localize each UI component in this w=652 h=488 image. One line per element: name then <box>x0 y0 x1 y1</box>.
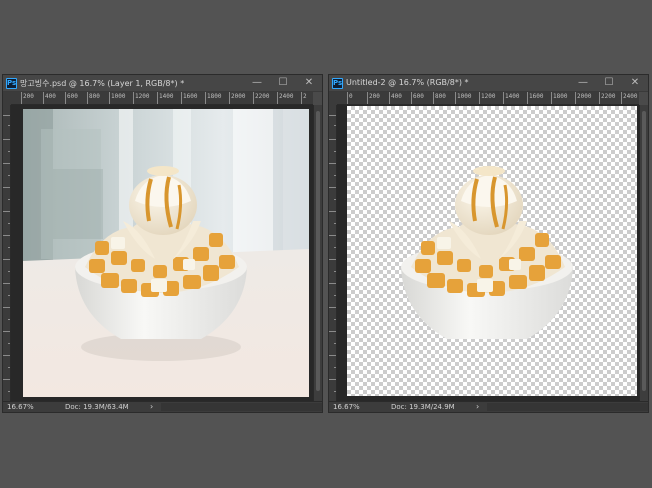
ruler-label: 1200 <box>135 93 150 100</box>
chevron-right-icon[interactable]: › <box>150 402 153 411</box>
ruler-label: 1200 <box>481 93 496 100</box>
document-tab-left[interactable]: Ps 망고빙수.psd @ 16.7% (Layer 1, RGB/8*) * … <box>3 75 322 92</box>
ruler-label: 600 <box>413 93 424 100</box>
maximize-icon[interactable]: ☐ <box>602 76 616 90</box>
ruler-label: 1600 <box>183 93 198 100</box>
ps-icon: Ps <box>6 78 17 89</box>
ruler-label: 1000 <box>111 93 126 100</box>
document-title-left: 망고빙수.psd @ 16.7% (Layer 1, RGB/8*) * <box>20 79 185 88</box>
cutout-image[interactable] <box>349 109 635 397</box>
ruler-label: 1800 <box>553 93 568 100</box>
ruler-corner[interactable] <box>329 92 337 105</box>
doc-size-info: Doc: 19.3M/24.9M <box>391 403 455 411</box>
ruler-corner[interactable] <box>3 92 11 105</box>
horizontal-ruler-right[interactable]: 0 200 400 600 800 1000 1200 1400 1600 18… <box>337 92 639 105</box>
horizontal-scrollbar-left[interactable] <box>161 403 322 411</box>
scroll-thumb[interactable] <box>316 111 320 391</box>
ruler-label: 1400 <box>505 93 520 100</box>
chevron-right-icon[interactable]: › <box>476 402 479 411</box>
close-icon[interactable]: ✕ <box>628 76 642 90</box>
scroll-thumb[interactable] <box>642 111 646 391</box>
ruler-label: 2200 <box>601 93 616 100</box>
document-tab-right[interactable]: Ps Untitled-2 @ 16.7% (RGB/8*) * — ☐ ✕ <box>329 75 648 92</box>
ruler-label: 2400 <box>279 93 294 100</box>
status-bar-left: 16.67% Doc: 19.3M/63.4M › <box>3 401 322 412</box>
ruler-label: 2 <box>303 93 307 100</box>
ruler-label: 400 <box>45 93 56 100</box>
horizontal-ruler-left[interactable]: 200 400 600 800 1000 1200 1400 1600 1800… <box>11 92 313 105</box>
ruler-label: 800 <box>89 93 100 100</box>
ruler-label: 800 <box>435 93 446 100</box>
ruler-label: 600 <box>67 93 78 100</box>
document-window-right[interactable]: Ps Untitled-2 @ 16.7% (RGB/8*) * — ☐ ✕ 0… <box>328 74 649 413</box>
ruler-label: 2400 <box>623 93 638 100</box>
ruler-label: 2000 <box>577 93 592 100</box>
zoom-field[interactable]: 16.67% <box>7 403 34 411</box>
ruler-label: 200 <box>23 93 34 100</box>
vertical-ruler-right[interactable] <box>329 105 337 403</box>
canvas-area-left[interactable] <box>11 105 313 403</box>
document-window-left[interactable]: Ps 망고빙수.psd @ 16.7% (Layer 1, RGB/8*) * … <box>2 74 323 413</box>
zoom-field[interactable]: 16.67% <box>333 403 360 411</box>
ruler-label: 1600 <box>529 93 544 100</box>
ruler-label: 2000 <box>231 93 246 100</box>
ruler-label: 1800 <box>207 93 222 100</box>
status-bar-right: 16.67% Doc: 19.3M/24.9M › <box>329 401 648 412</box>
document-title-right: Untitled-2 @ 16.7% (RGB/8*) * <box>346 78 469 87</box>
vertical-ruler-left[interactable] <box>3 105 11 403</box>
ruler-label: 1000 <box>457 93 472 100</box>
minimize-icon[interactable]: — <box>250 76 264 90</box>
close-icon[interactable]: ✕ <box>302 76 316 90</box>
maximize-icon[interactable]: ☐ <box>276 76 290 90</box>
ruler-label: 1400 <box>159 93 174 100</box>
photo-canvas[interactable] <box>23 109 309 397</box>
canvas-area-right[interactable] <box>337 105 639 403</box>
ruler-label: 0 <box>349 93 353 100</box>
doc-size-info: Doc: 19.3M/63.4M <box>65 403 129 411</box>
horizontal-scrollbar-right[interactable] <box>487 403 648 411</box>
vertical-scrollbar-right[interactable] <box>639 105 648 403</box>
vertical-scrollbar-left[interactable] <box>313 105 322 403</box>
ruler-label: 2200 <box>255 93 270 100</box>
minimize-icon[interactable]: — <box>576 76 590 90</box>
ps-icon: Ps <box>332 78 343 89</box>
ruler-label: 400 <box>391 93 402 100</box>
ruler-label: 200 <box>369 93 380 100</box>
